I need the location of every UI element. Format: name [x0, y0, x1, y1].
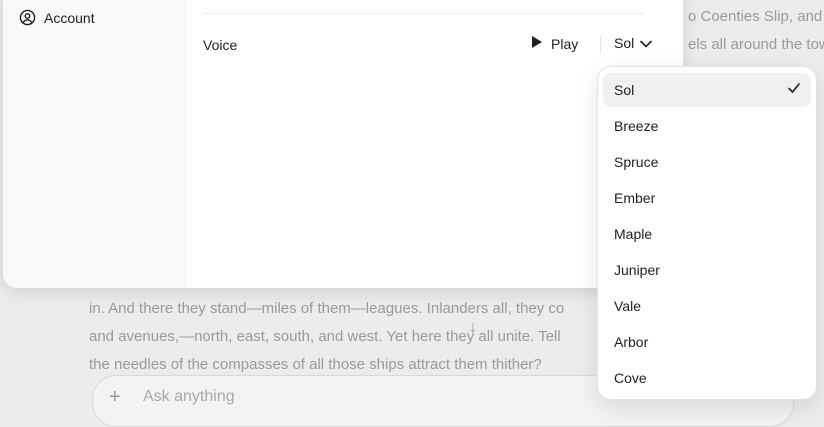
settings-sidebar: Account	[3, 0, 187, 288]
dropdown-option-breeze[interactable]: Breeze	[603, 109, 811, 143]
user-circle-icon	[19, 9, 36, 26]
scroll-down-icon[interactable]: ↓	[460, 315, 486, 341]
settings-modal: Account Voice Play Sol	[3, 0, 683, 288]
chevron-down-icon	[640, 35, 653, 51]
background-text: o Coenties Slip, and	[688, 8, 823, 25]
option-label: Ember	[614, 190, 656, 206]
dropdown-option-vale[interactable]: Vale	[603, 289, 811, 323]
background-text: and avenues,—north, east, south, and wes…	[89, 328, 561, 345]
dropdown-option-cove[interactable]: Cove	[603, 361, 811, 395]
play-icon	[531, 35, 543, 52]
voice-dropdown: Sol Breeze Spruce Ember Maple Juniper Va…	[597, 66, 817, 400]
option-label: Breeze	[614, 118, 659, 134]
play-button[interactable]: Play	[531, 35, 578, 52]
background-text: the needles of the compasses of all thos…	[89, 356, 542, 373]
voice-label: Voice	[203, 37, 238, 53]
option-label: Vale	[614, 298, 641, 314]
option-label: Maple	[614, 226, 653, 242]
voice-select[interactable]: Sol	[614, 35, 653, 51]
dropdown-option-spruce[interactable]: Spruce	[603, 145, 811, 179]
dropdown-option-ember[interactable]: Ember	[603, 181, 811, 215]
divider	[203, 13, 643, 14]
option-label: Arbor	[614, 334, 649, 350]
option-label: Juniper	[614, 262, 660, 278]
composer-placeholder[interactable]: Ask anything	[143, 388, 235, 406]
check-icon	[787, 81, 801, 98]
separator	[600, 36, 601, 54]
option-label: Sol	[614, 82, 635, 98]
background-text: els all around the tow	[688, 36, 824, 53]
sidebar-item-account[interactable]: Account	[19, 9, 95, 26]
option-label: Spruce	[614, 154, 659, 170]
option-label: Cove	[614, 370, 647, 386]
voice-selected-value: Sol	[614, 35, 635, 51]
dropdown-option-arbor[interactable]: Arbor	[603, 325, 811, 359]
dropdown-option-maple[interactable]: Maple	[603, 217, 811, 251]
background-text: in. And there they stand—miles of them—l…	[89, 300, 565, 317]
dropdown-option-juniper[interactable]: Juniper	[603, 253, 811, 287]
plus-icon[interactable]: +	[109, 386, 121, 409]
play-label: Play	[551, 35, 579, 52]
sidebar-item-label: Account	[44, 9, 95, 26]
dropdown-option-sol[interactable]: Sol	[603, 73, 811, 107]
